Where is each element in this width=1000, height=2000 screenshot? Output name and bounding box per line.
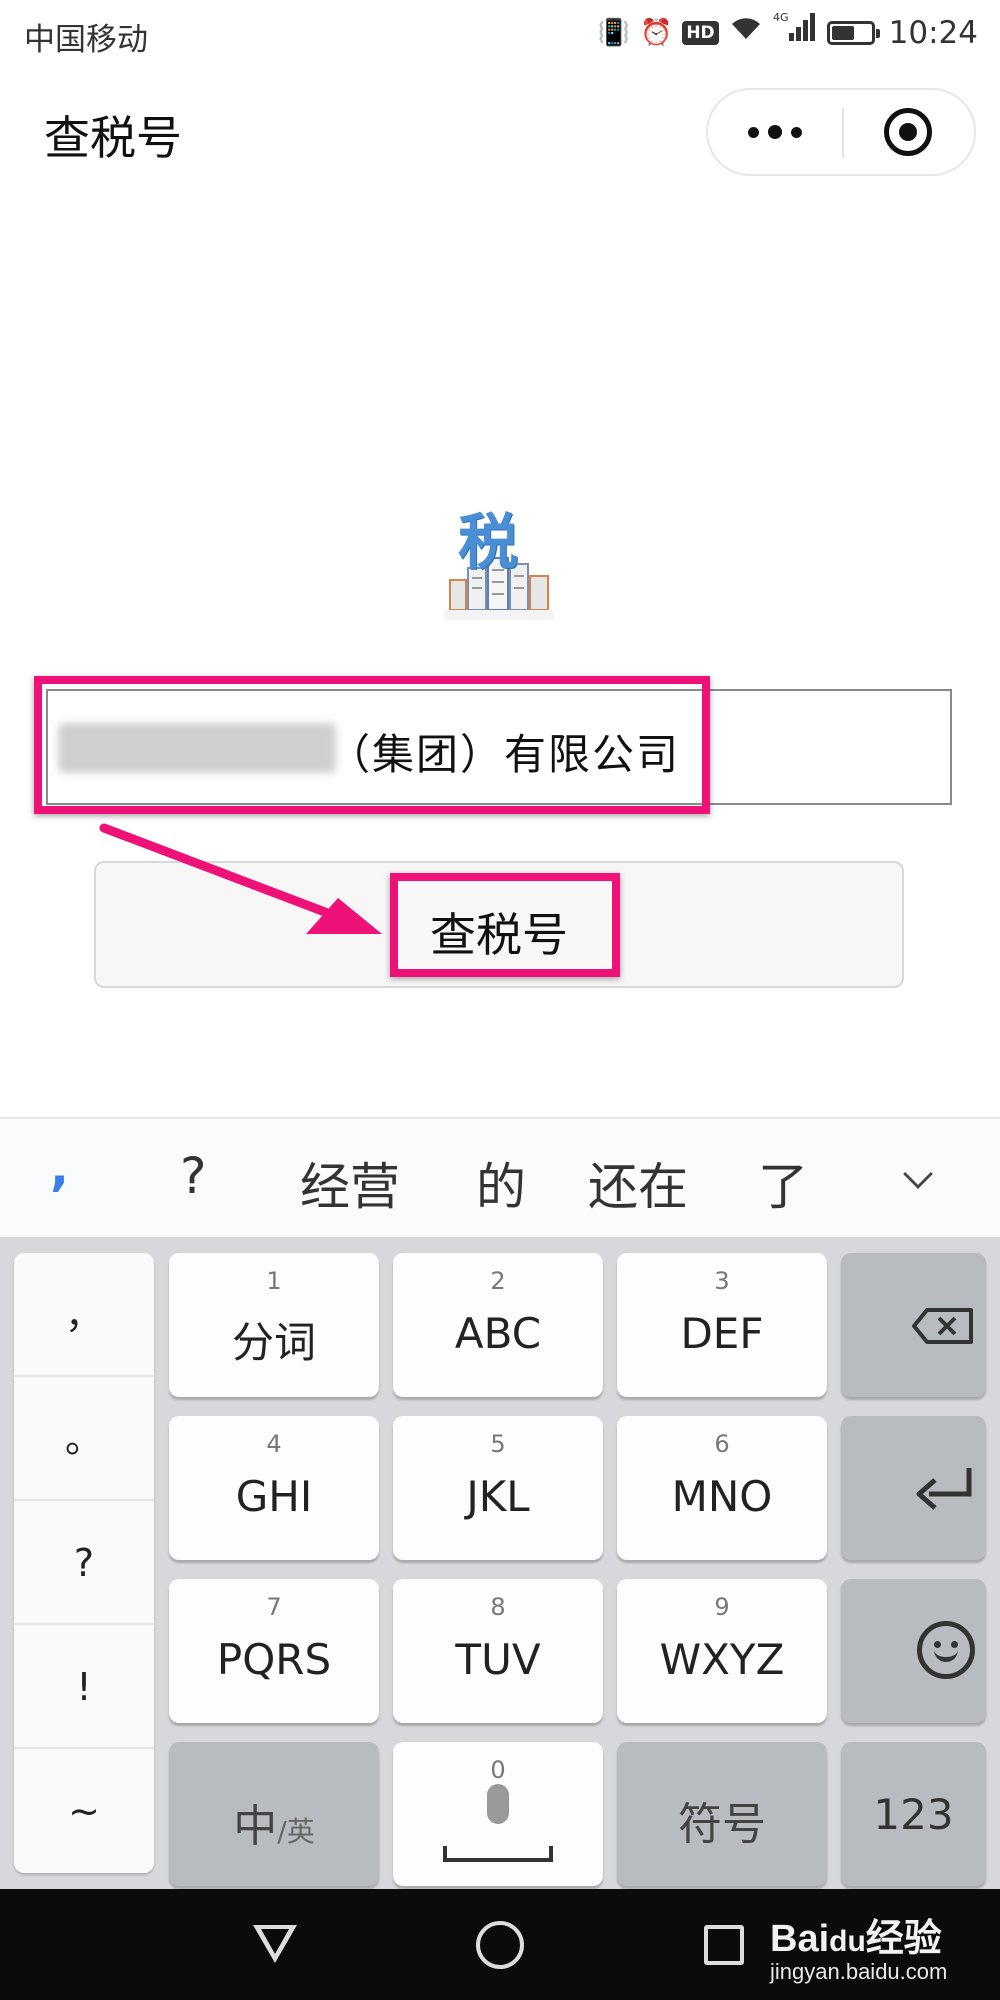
battery-icon (826, 21, 880, 45)
key-label: GHI (235, 1472, 313, 1521)
status-icons: 📳 ⏰ HD 4G 10:24 (597, 11, 978, 56)
hd-icon: HD (682, 21, 719, 45)
key-3-def[interactable]: 3 DEF (617, 1253, 827, 1397)
symbol-key[interactable]: 符号 (617, 1742, 827, 1886)
en-label: /英 (277, 1815, 315, 1848)
punctuation-key[interactable]: 。 (14, 1377, 154, 1501)
watermark-brand-left: Bai (770, 1918, 830, 1960)
punctuation-key[interactable]: ~ (14, 1749, 154, 1873)
key-number: 6 (714, 1430, 730, 1458)
key-number: 8 (490, 1593, 506, 1621)
key-7-pqrs[interactable]: 7 PQRS (169, 1579, 379, 1723)
status-bar: 中国移动 📳 ⏰ HD 4G 10:24 (0, 0, 1000, 66)
recent-apps-square-icon[interactable] (704, 1925, 744, 1965)
key-4-ghi[interactable]: 4 GHI (169, 1416, 379, 1560)
chinese-english-switch-key[interactable]: 中/英 (169, 1742, 379, 1886)
wifi-icon (729, 12, 763, 54)
key-label: MNO (671, 1472, 773, 1521)
mini-program-capsule (706, 88, 976, 176)
symbol-key-label: 符号 (678, 1799, 766, 1850)
more-button[interactable] (710, 90, 840, 174)
backspace-icon (912, 1308, 973, 1344)
key-5-jkl[interactable]: 5 JKL (393, 1416, 603, 1560)
more-dot-icon (791, 126, 802, 138)
button-highlight-box (390, 873, 620, 977)
key-label: 分词 (231, 1318, 316, 1367)
space-icon (443, 1846, 553, 1862)
system-nav-bar: Baidu经验 jingyan.baidu.com (0, 1889, 1000, 2000)
key-label: PQRS (216, 1635, 332, 1684)
more-dot-icon (768, 125, 782, 139)
key-number: 4 (266, 1430, 282, 1458)
key-number: 0 (490, 1756, 506, 1784)
key-number: 5 (490, 1430, 506, 1458)
candidate-item[interactable]: 经营 (300, 1147, 400, 1219)
emoji-key[interactable] (841, 1579, 986, 1723)
key-1-fenci[interactable]: 1 分词 (169, 1253, 379, 1397)
key-label: ABC (454, 1309, 542, 1358)
emoji-icon (917, 1621, 975, 1679)
key-number: 7 (266, 1593, 282, 1621)
signal-icon: 4G (773, 11, 817, 56)
collapse-chevron-icon[interactable] (903, 1159, 933, 1189)
numeric-key-label: 123 (873, 1790, 954, 1839)
watermark-brand-right: 经验 (865, 1918, 942, 1960)
enter-icon (916, 1468, 972, 1510)
key-number: 9 (714, 1593, 730, 1621)
key-label: TUV (455, 1635, 541, 1684)
vibrate-icon: 📳 (597, 18, 630, 48)
logo-text: 税 (458, 508, 518, 578)
space-key[interactable]: 0 (393, 1742, 603, 1886)
punctuation-key[interactable]: ! (14, 1625, 154, 1749)
enter-key[interactable] (841, 1416, 986, 1560)
zh-label: 中 (233, 1801, 278, 1852)
key-label: JKL (466, 1472, 530, 1521)
candidate-item[interactable]: 的 (476, 1147, 526, 1219)
capsule-divider (842, 108, 844, 158)
key-6-mno[interactable]: 6 MNO (617, 1416, 827, 1560)
key-label: WXYZ (659, 1635, 785, 1684)
home-circle-icon[interactable] (476, 1921, 524, 1969)
emoji-mouth (934, 1646, 958, 1662)
close-mini-program-button[interactable] (884, 108, 932, 156)
input-highlight-box (34, 676, 710, 814)
key-number: 1 (266, 1267, 282, 1295)
alarm-icon: ⏰ (639, 18, 673, 48)
watermark-brand-mid: du (829, 1925, 866, 1958)
backspace-key[interactable] (841, 1253, 986, 1397)
key-8-tuv[interactable]: 8 TUV (393, 1579, 603, 1723)
ime-keyboard: ， 。 ? ! ~ 1 分词 2 ABC 3 DEF 4 GHI 5 JKL 6… (0, 1237, 1000, 1889)
more-dot-icon (748, 126, 759, 138)
key-label: DEF (680, 1309, 764, 1358)
punctuation-key[interactable]: ， (14, 1253, 154, 1377)
page-title: 查税号 (44, 111, 182, 165)
punctuation-column: ， 。 ? ! ~ (14, 1253, 154, 1873)
key-number: 3 (714, 1267, 730, 1295)
punctuation-key[interactable]: ? (14, 1501, 154, 1625)
numeric-key[interactable]: 123 (841, 1742, 986, 1886)
candidate-item[interactable]: , (50, 1139, 69, 1197)
battery-level (831, 26, 854, 40)
candidate-item[interactable]: ? (180, 1147, 207, 1205)
candidate-item[interactable]: 还在 (588, 1147, 688, 1219)
microphone-icon (487, 1784, 509, 1824)
candidate-bar: , ? 经营 的 还在 了 (0, 1117, 1000, 1237)
tax-logo: 税 (438, 502, 564, 628)
back-triangle-icon[interactable] (253, 1925, 297, 1963)
status-time: 10:24 (888, 15, 978, 51)
key-number: 2 (490, 1267, 506, 1295)
language-toggle-label: 中/英 (169, 1790, 379, 1854)
key-9-wxyz[interactable]: 9 WXYZ (617, 1579, 827, 1723)
candidate-item[interactable]: 了 (758, 1147, 808, 1219)
baidu-watermark: Baidu经验 (770, 1907, 942, 1962)
key-2-abc[interactable]: 2 ABC (393, 1253, 603, 1397)
carrier-name: 中国移动 (24, 22, 148, 58)
watermark-url: jingyan.baidu.com (770, 1959, 948, 1984)
network-type: 4G (773, 11, 789, 24)
